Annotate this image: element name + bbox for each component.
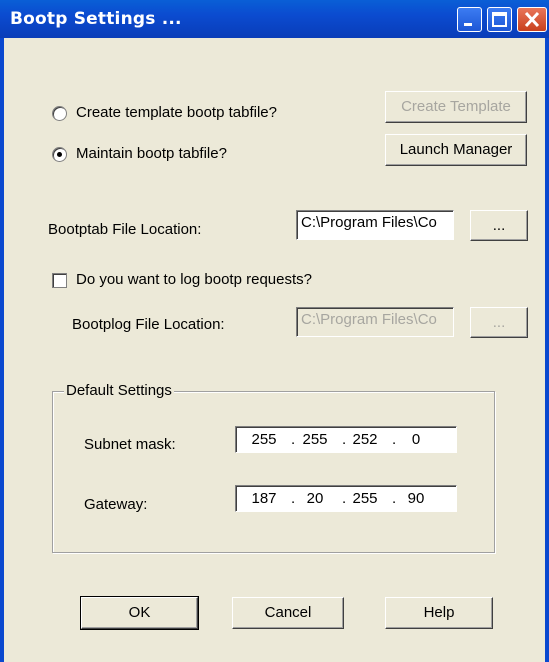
minimize-button[interactable]	[457, 7, 482, 32]
radio-selected-dot	[57, 152, 62, 157]
close-icon	[524, 11, 540, 28]
bootplog-browse-label: ...	[492, 314, 506, 331]
create-template-label[interactable]: Create template bootp tabfile?	[76, 104, 277, 121]
gateway-octet-2[interactable]: 20	[295, 490, 335, 507]
help-button[interactable]: Help	[385, 597, 493, 629]
cancel-button[interactable]: Cancel	[232, 597, 344, 629]
log-requests-checkbox[interactable]	[52, 273, 67, 288]
gateway-octet-4[interactable]: 90	[396, 490, 436, 507]
title-bar[interactable]: Bootp Settings ...	[0, 0, 549, 38]
maximize-button[interactable]	[487, 7, 512, 32]
maintain-radio[interactable]	[52, 147, 67, 162]
bootplog-label: Bootplog File Location:	[72, 316, 225, 333]
launch-manager-button-label: Launch Manager	[399, 141, 513, 158]
window-frame-left	[0, 38, 4, 662]
bootplog-path-value: C:\Program Files\Co	[301, 311, 437, 328]
subnet-octet-1[interactable]: 255	[244, 431, 284, 448]
minimize-icon	[464, 23, 472, 26]
gateway-octet-1[interactable]: 187	[244, 490, 284, 507]
cancel-button-label: Cancel	[264, 604, 312, 621]
create-template-button-label: Create Template	[401, 98, 511, 115]
default-settings-title: Default Settings	[64, 382, 174, 399]
ok-button[interactable]: OK	[80, 596, 199, 630]
create-template-button[interactable]: Create Template	[385, 91, 527, 123]
help-button-label: Help	[423, 604, 455, 621]
ok-button-label: OK	[128, 604, 151, 621]
subnet-octet-4[interactable]: 0	[396, 431, 436, 448]
subnet-mask-label: Subnet mask:	[84, 436, 176, 453]
bootplog-browse-button[interactable]: ...	[470, 307, 528, 338]
window-title: Bootp Settings ...	[10, 9, 182, 29]
default-settings-group	[52, 391, 495, 553]
subnet-mask-input[interactable]: 255 . 255 . 252 . 0	[235, 426, 457, 453]
bootplog-path-field[interactable]: C:\Program Files\Co	[296, 307, 454, 337]
create-template-radio[interactable]	[52, 106, 67, 121]
launch-manager-button[interactable]: Launch Manager	[385, 134, 527, 166]
gateway-label: Gateway:	[84, 496, 148, 513]
gateway-input[interactable]: 187 . 20 . 255 . 90	[235, 485, 457, 512]
bootptab-label: Bootptab File Location:	[48, 221, 202, 238]
bootptab-browse-button[interactable]: ...	[470, 210, 528, 241]
subnet-octet-2[interactable]: 255	[295, 431, 335, 448]
maintain-label[interactable]: Maintain bootp tabfile?	[76, 145, 227, 162]
subnet-octet-3[interactable]: 252	[345, 431, 385, 448]
bootptab-browse-label: ...	[492, 217, 506, 234]
maximize-icon	[492, 12, 507, 27]
close-button[interactable]	[517, 7, 547, 32]
log-requests-label[interactable]: Do you want to log bootp requests?	[76, 271, 312, 288]
bootptab-path-field[interactable]: C:\Program Files\Co	[296, 210, 454, 240]
window-frame-right	[545, 38, 549, 662]
gateway-octet-3[interactable]: 255	[345, 490, 385, 507]
bootptab-path-value: C:\Program Files\Co	[301, 214, 437, 231]
